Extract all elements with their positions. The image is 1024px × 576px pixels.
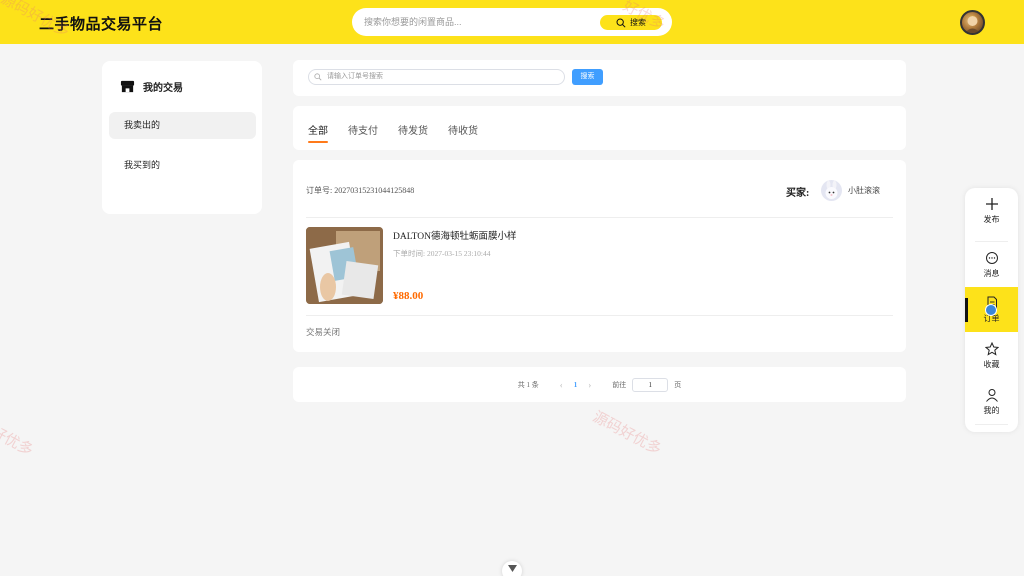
floatbar-label: 我的 <box>983 405 1000 415</box>
scroll-down-button[interactable] <box>502 561 522 576</box>
page-number[interactable]: 1 <box>574 381 578 389</box>
buyer-label: 买家: <box>786 188 810 199</box>
search-icon <box>616 18 626 28</box>
floatbar-profile[interactable]: 我的 <box>965 379 1018 424</box>
tab-pending-receipt[interactable]: 待收货 <box>448 122 478 143</box>
floatbar-messages[interactable]: 消息 <box>965 242 1018 287</box>
search-icon <box>314 73 322 81</box>
goto-page-input[interactable]: 1 <box>632 377 669 392</box>
pagination-panel: 共 1 条 ‹ 1 › 前往 1 页 <box>293 367 906 402</box>
page-unit: 页 <box>674 380 682 389</box>
trade-sidebar: 我的交易 我卖出的 我买到的 <box>102 61 262 214</box>
sidebar-title: 我的交易 <box>143 83 183 94</box>
order-search-input[interactable]: 请输入订单号搜索 <box>308 69 565 85</box>
message-icon <box>985 251 998 264</box>
chevron-down-icon <box>507 565 517 572</box>
notification-dot <box>985 304 997 316</box>
order-time: 下单时间: 2027-03-15 23:10:44 <box>393 249 491 258</box>
shop-icon <box>120 80 135 93</box>
buyer-avatar[interactable] <box>821 180 842 201</box>
order-search-panel: 请输入订单号搜索 搜索 <box>293 60 906 96</box>
order-card: 订单号: 20270315231044125848 买家: 小肚滚滚 DALTO… <box>293 160 906 352</box>
goto-label: 前往 <box>612 380 627 389</box>
watermark: 好优多 <box>0 422 37 460</box>
user-avatar[interactable] <box>960 10 985 35</box>
order-status: 交易关闭 <box>306 327 341 337</box>
global-search-button[interactable]: 搜索 <box>600 15 662 30</box>
top-header: 二手物品交易平台 <box>0 0 1024 44</box>
tab-all[interactable]: 全部 <box>308 122 328 143</box>
product-image[interactable] <box>306 227 383 304</box>
watermark: 源码好优多 <box>589 407 665 459</box>
prev-page-button[interactable]: ‹ <box>560 380 563 390</box>
sidebar-item-sold[interactable]: 我卖出的 <box>109 112 256 139</box>
tab-pending-shipment[interactable]: 待发货 <box>398 122 428 143</box>
next-page-button[interactable]: › <box>588 380 591 390</box>
buyer-name[interactable]: 小肚滚滚 <box>848 185 880 196</box>
floatbar-publish[interactable]: 发布 <box>965 188 1018 233</box>
site-title[interactable]: 二手物品交易平台 <box>39 13 163 34</box>
plus-icon <box>985 197 998 210</box>
sidebar-header: 我的交易 <box>120 79 183 94</box>
search-button-label: 搜索 <box>630 18 646 27</box>
sidebar-item-bought[interactable]: 我买到的 <box>109 152 256 179</box>
pagination: 共 1 条 ‹ 1 › 前往 1 页 <box>293 367 906 402</box>
divider <box>306 217 893 218</box>
pagination-total: 共 1 条 <box>517 380 539 389</box>
user-icon <box>985 388 998 402</box>
global-search-input[interactable] <box>364 8 604 36</box>
order-search-placeholder: 请输入订单号搜索 <box>327 73 383 80</box>
right-floatbar: 发布 消息 订单 收藏 我的 <box>965 188 1018 432</box>
order-number: 订单号: 20270315231044125848 <box>306 186 415 195</box>
order-tabs: 全部 待支付 待发货 待收货 <box>308 122 498 143</box>
divider <box>306 315 893 316</box>
floatbar-favorites[interactable]: 收藏 <box>965 333 1018 378</box>
avatar-image-icon <box>965 15 980 33</box>
divider <box>975 424 1008 425</box>
active-indicator <box>965 298 968 322</box>
product-name[interactable]: DALTON德海顿牡蛎面膜小样 <box>393 228 517 242</box>
star-icon <box>984 341 999 356</box>
floatbar-label: 消息 <box>983 268 1000 278</box>
tab-pending-payment[interactable]: 待支付 <box>348 122 378 143</box>
order-tabs-panel: 全部 待支付 待发货 待收货 <box>293 106 906 150</box>
order-search-button[interactable]: 搜索 <box>572 69 603 85</box>
floatbar-label: 收藏 <box>983 359 1000 369</box>
rabbit-avatar-icon <box>825 180 838 199</box>
product-photo-icon <box>306 227 383 304</box>
floatbar-label: 发布 <box>983 214 1000 224</box>
product-price: ¥88.00 <box>393 290 424 302</box>
